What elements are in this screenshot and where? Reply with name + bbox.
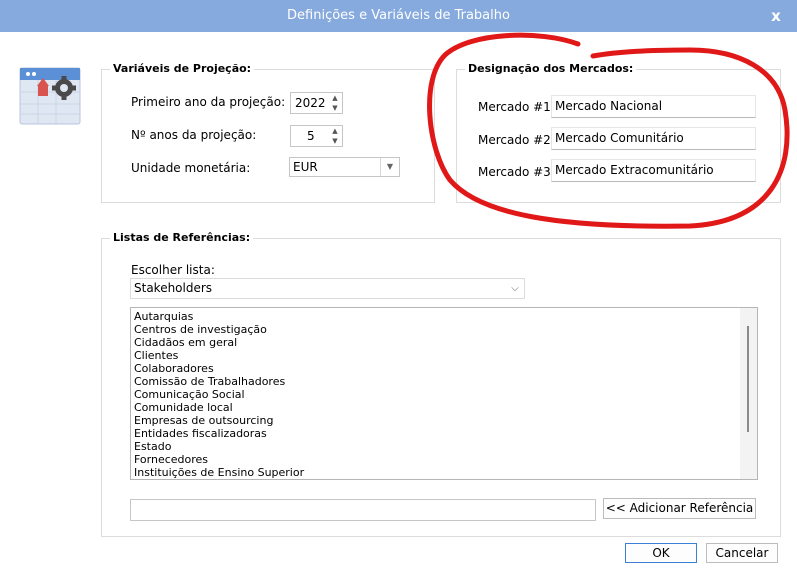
market-3-field[interactable]: Mercado Extracomunitário [551,159,756,182]
chevron-down-icon[interactable]: ▼ [380,158,399,176]
window-title: Definições e Variáveis de Trabalho [287,8,510,23]
list-item[interactable]: Clientes [131,349,757,362]
market-2-field[interactable]: Mercado Comunitário [551,127,756,150]
markets-legend: Designação dos Mercados: [465,62,637,76]
listbox-scrollbar[interactable] [740,308,757,479]
close-button[interactable]: x [765,0,787,32]
first-year-value: 2022 [295,96,326,110]
title-bar: Definições e Variáveis de Trabalho x [0,0,797,32]
reference-listbox[interactable]: Autarquias Centros de investigação Cidadão… [130,307,758,480]
close-icon: x [771,7,781,25]
list-item[interactable]: Estado [131,440,757,453]
currency-value: EUR [293,160,318,174]
list-item[interactable]: Instituições de Ensino Superior [131,466,757,479]
reference-list: Autarquias Centros de investigação Cidadão… [131,308,757,479]
market-3-label: Mercado #3 [478,165,551,179]
spin-up-down-icon[interactable]: ▲ ▼ [328,93,342,113]
first-year-stepper[interactable]: 2022 ▲ ▼ [290,92,343,114]
market-1-field[interactable]: Mercado Nacional [551,95,756,118]
scrollbar-thumb[interactable] [747,326,749,432]
num-years-stepper[interactable]: 5 ▲ ▼ [290,125,343,147]
list-item[interactable]: Comunidade local [131,401,757,414]
list-item[interactable]: Centros de investigação [131,323,757,336]
market-3-value: Mercado Extracomunitário [555,163,714,177]
list-select-value: Stakeholders [134,281,213,295]
list-item[interactable]: Comissão de Trabalhadores [131,375,757,388]
list-item[interactable]: Cidadãos em geral [131,336,757,349]
num-years-label: Nº anos da projeção: [131,128,257,142]
chevron-down-icon[interactable]: ⌵ [506,279,524,298]
cancel-label: Cancelar [715,546,769,560]
list-item[interactable]: Autarquias [131,310,757,323]
market-1-value: Mercado Nacional [555,99,663,113]
currency-select[interactable]: EUR ▼ [289,157,400,177]
new-reference-input[interactable] [130,499,596,521]
list-select[interactable]: Stakeholders ⌵ [130,278,525,299]
cancel-button[interactable]: Cancelar [706,543,778,563]
currency-label: Unidade monetária: [131,161,251,175]
spin-up-down-icon[interactable]: ▲ ▼ [328,126,342,146]
num-years-value: 5 [307,129,315,143]
ok-label: OK [652,546,670,560]
ok-button[interactable]: OK [625,543,697,563]
market-2-label: Mercado #2 [478,133,551,147]
market-1-label: Mercado #1 [478,100,551,114]
references-legend: Listas de Referências: [110,231,254,245]
projection-legend: Variáveis de Projeção: [110,62,255,76]
calendar-gear-icon [19,67,81,125]
add-reference-label: << Adicionar Referência [605,501,754,515]
list-item[interactable]: Colaboradores [131,362,757,375]
list-item[interactable]: Fornecedores [131,453,757,466]
dialog-window: Definições e Variáveis de Trabalho x Var… [0,0,797,582]
list-item[interactable]: Comunicação Social [131,388,757,401]
add-reference-button[interactable]: << Adicionar Referência [603,498,756,519]
market-2-value: Mercado Comunitário [555,131,684,145]
list-item[interactable]: Empresas de outsourcing [131,414,757,427]
choose-list-label: Escolher lista: [131,263,215,277]
first-year-label: Primeiro ano da projeção: [131,95,286,109]
list-item[interactable]: Entidades fiscalizadoras [131,427,757,440]
